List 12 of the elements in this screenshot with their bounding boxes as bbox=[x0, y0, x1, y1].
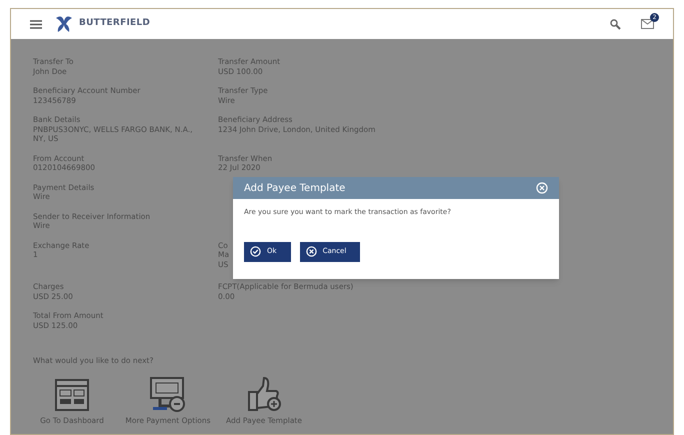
search-icon[interactable] bbox=[610, 18, 621, 30]
brand-name: BUTTERFIELD bbox=[79, 17, 150, 30]
mail-icon[interactable] bbox=[641, 19, 654, 29]
logo-icon bbox=[54, 15, 74, 33]
menu-icon[interactable] bbox=[30, 20, 42, 28]
monitor-coin-icon bbox=[148, 376, 188, 412]
close-icon[interactable] bbox=[536, 182, 548, 194]
check-circle-icon bbox=[250, 246, 261, 257]
thumbs-up-plus-icon bbox=[246, 376, 282, 412]
dashboard-icon bbox=[54, 378, 90, 412]
dialog-title: Add Payee Template bbox=[244, 182, 346, 196]
cancel-circle-icon bbox=[306, 246, 317, 257]
